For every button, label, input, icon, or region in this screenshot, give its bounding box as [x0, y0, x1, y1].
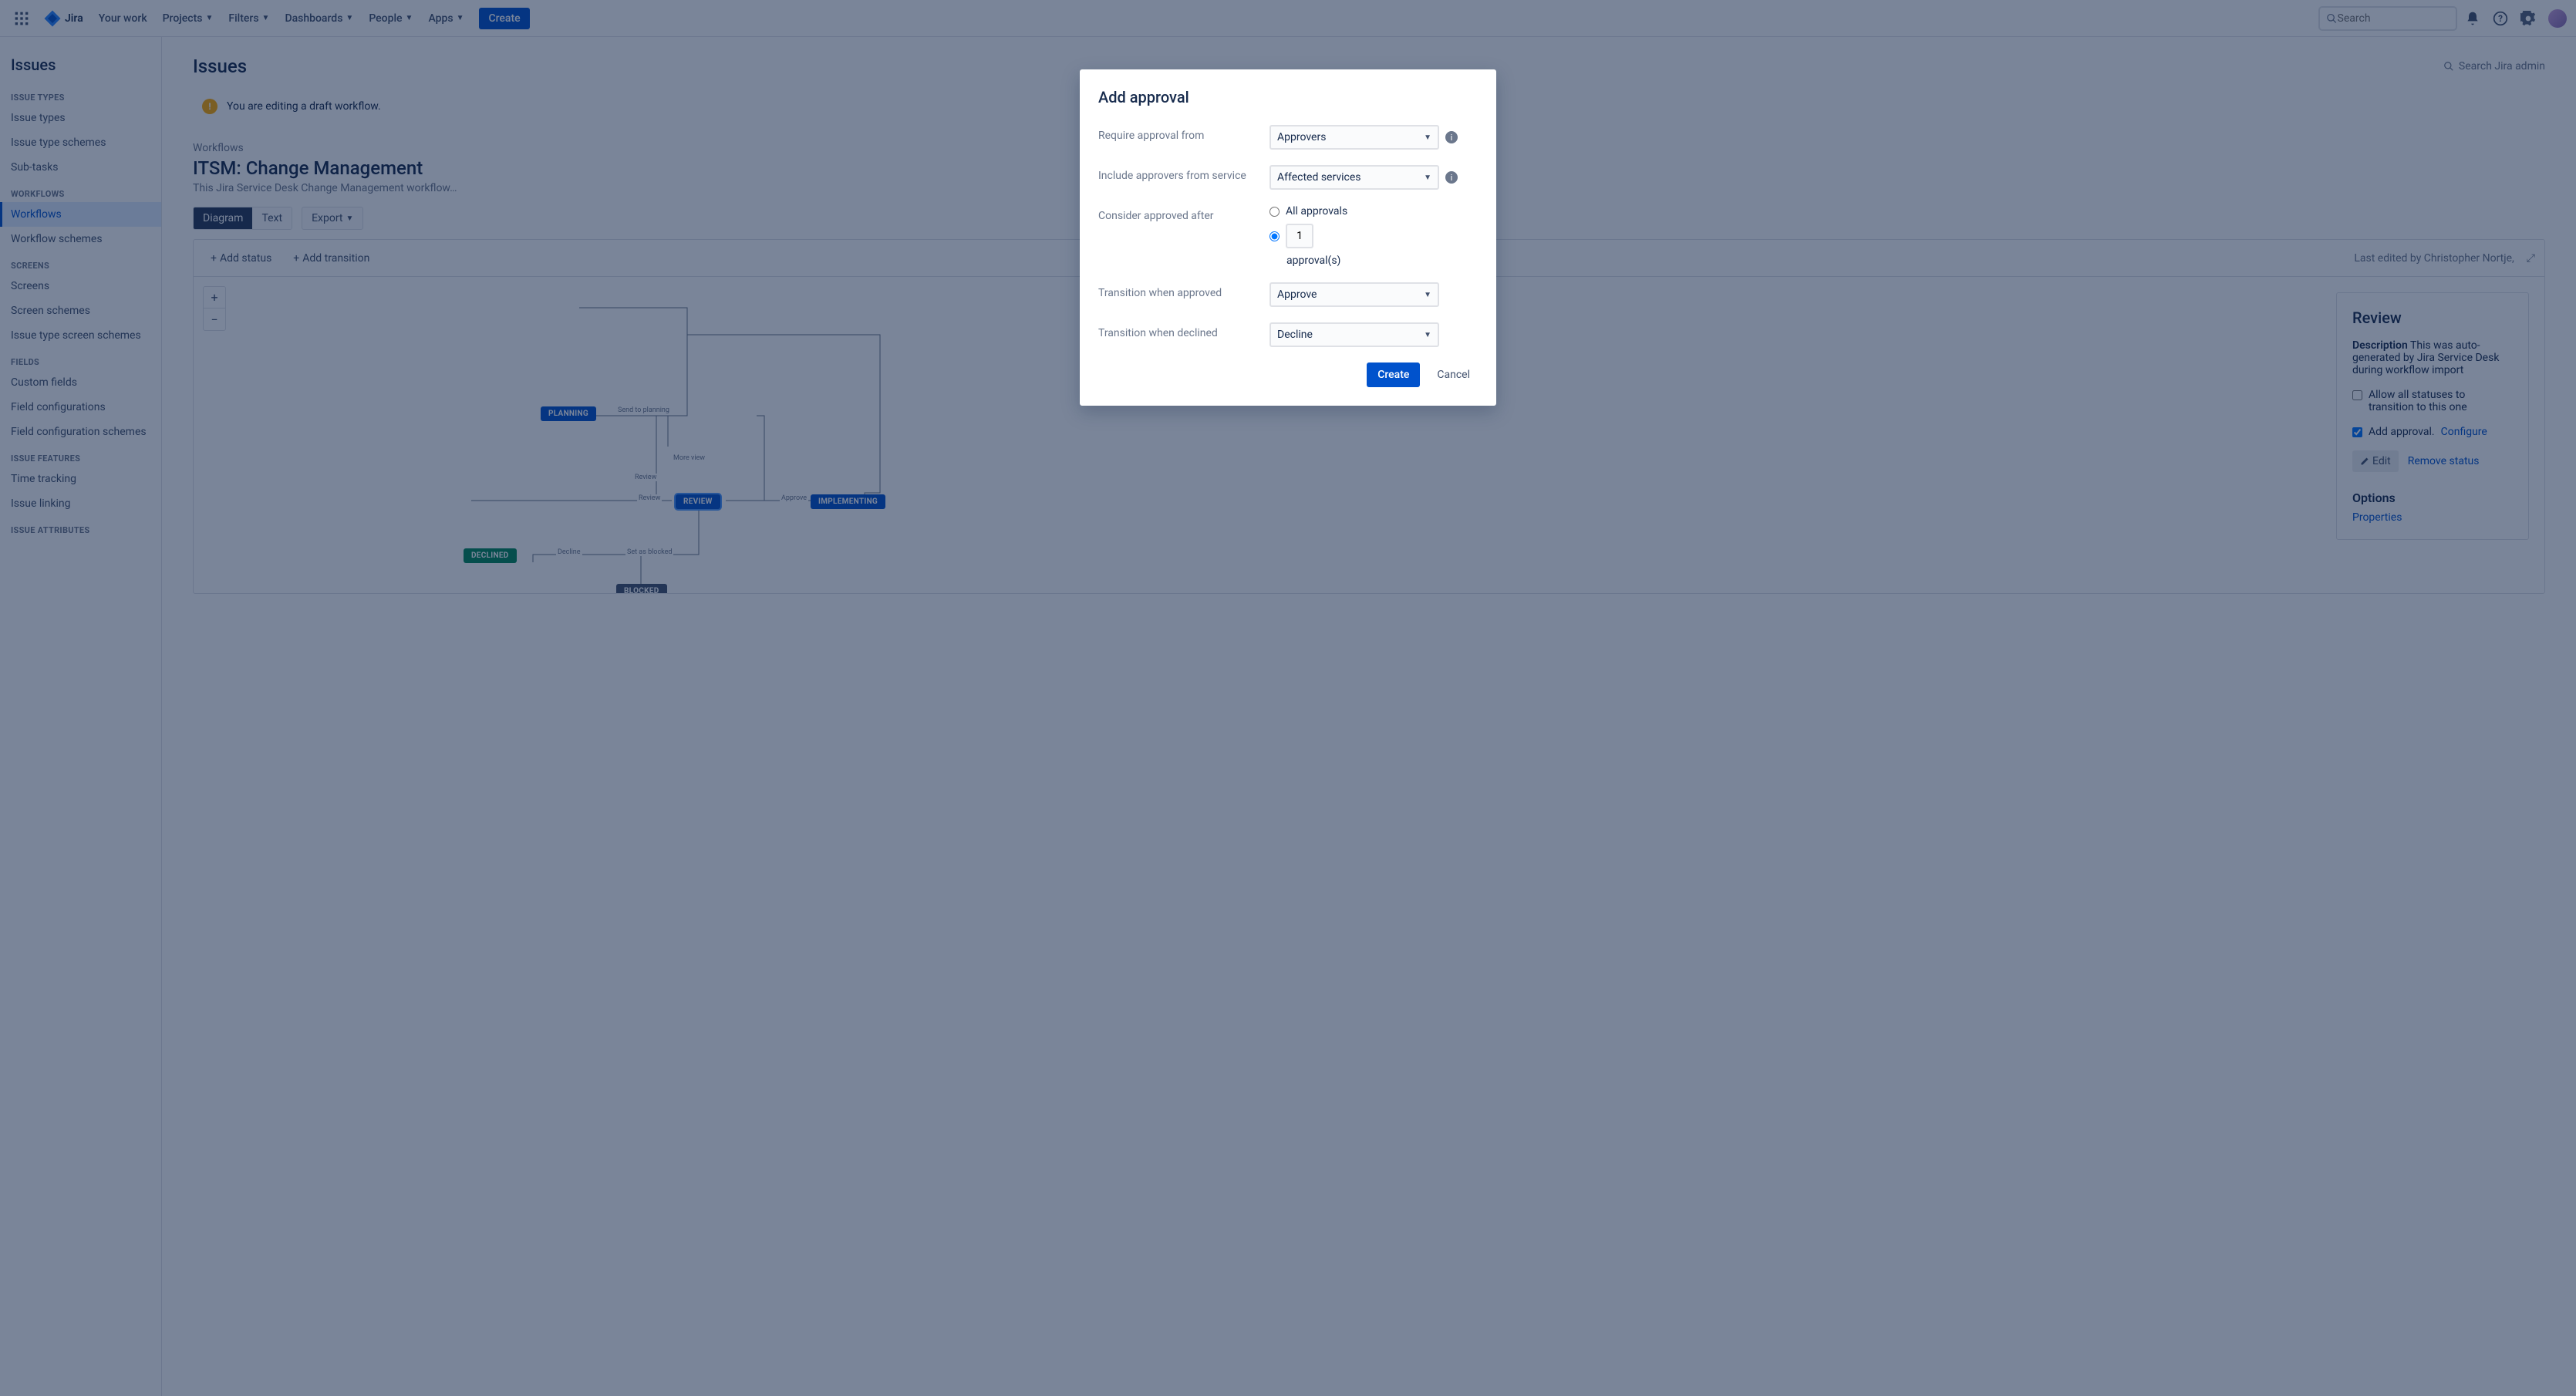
consider-after-label: Consider approved after [1098, 205, 1260, 222]
modal-title: Add approval [1098, 88, 1478, 106]
approvals-suffix: approval(s) [1286, 255, 1340, 267]
chevron-down-icon: ▼ [1424, 331, 1431, 339]
approval-count-input[interactable] [1286, 224, 1313, 248]
n-approvals-radio[interactable] [1269, 231, 1280, 241]
add-approval-modal: Add approval Require approval from Appro… [1080, 69, 1496, 406]
info-icon[interactable]: i [1445, 131, 1458, 143]
all-approvals-radio[interactable] [1269, 207, 1280, 217]
chevron-down-icon: ▼ [1424, 133, 1431, 142]
chevron-down-icon: ▼ [1424, 174, 1431, 182]
all-approvals-label: All approvals [1286, 205, 1347, 217]
modal-create-button[interactable]: Create [1367, 362, 1420, 387]
chevron-down-icon: ▼ [1424, 291, 1431, 299]
decline-transition-select[interactable]: Decline▼ [1269, 322, 1439, 347]
include-service-label: Include approvers from service [1098, 165, 1260, 182]
info-icon[interactable]: i [1445, 171, 1458, 184]
when-declined-label: Transition when declined [1098, 322, 1260, 339]
when-approved-label: Transition when approved [1098, 282, 1260, 299]
require-from-label: Require approval from [1098, 125, 1260, 142]
affected-services-select[interactable]: Affected services▼ [1269, 165, 1439, 190]
approve-transition-select[interactable]: Approve▼ [1269, 282, 1439, 307]
modal-cancel-button[interactable]: Cancel [1429, 362, 1478, 387]
approvers-select[interactable]: Approvers▼ [1269, 125, 1439, 150]
